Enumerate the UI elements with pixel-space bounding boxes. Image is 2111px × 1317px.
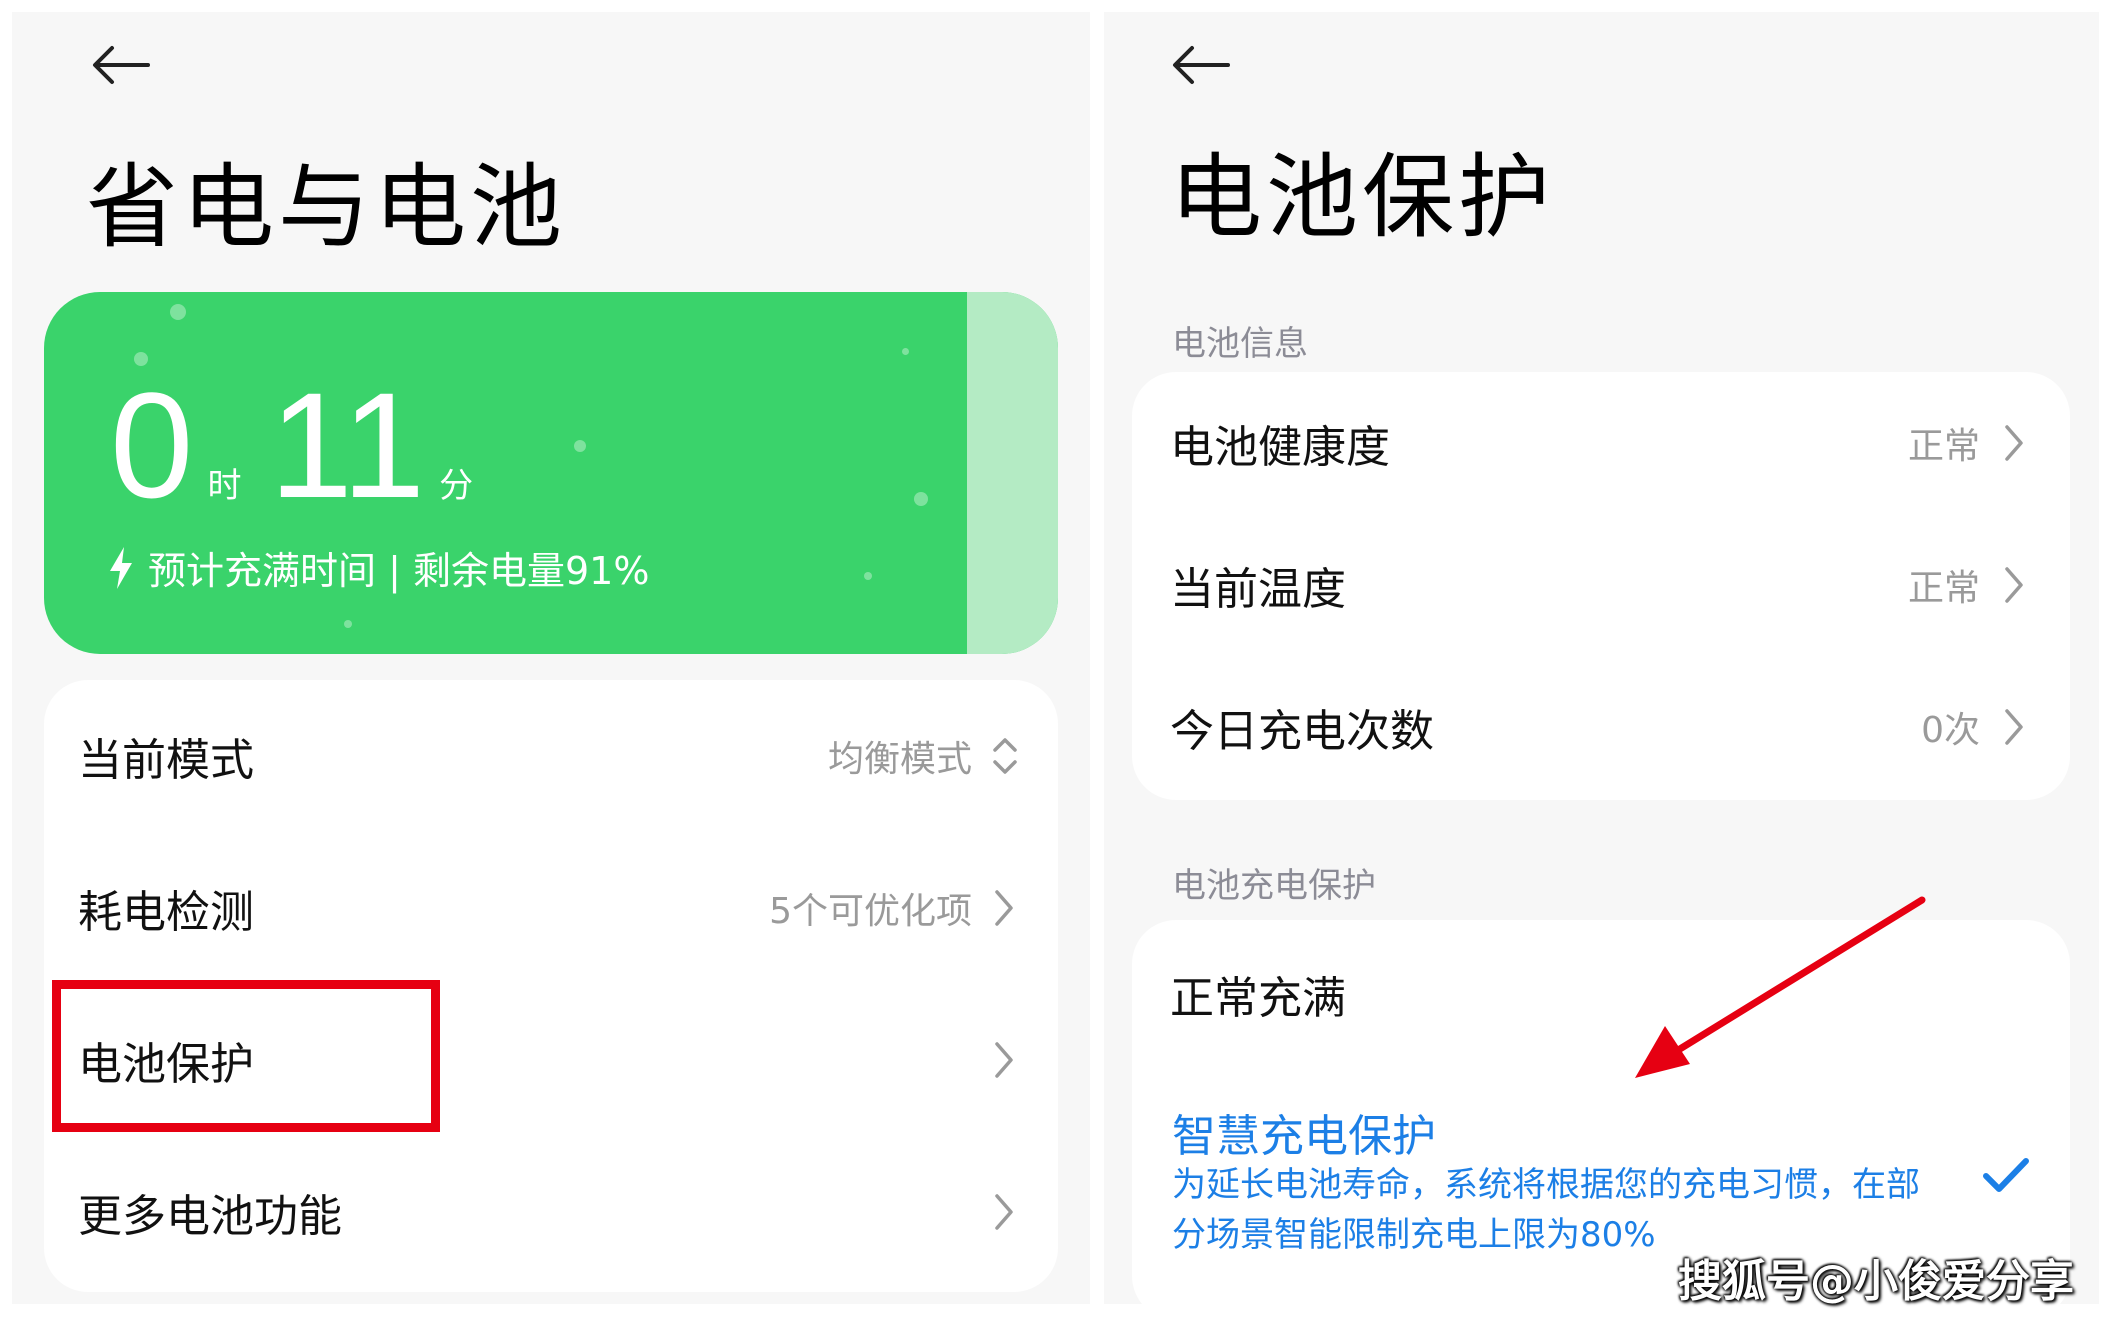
option-smart-protection-title[interactable]: 智慧充电保护 [1172,1100,1436,1164]
settings-row-power-detection[interactable]: 耗电检测 5个可优化项 [44,832,1058,984]
watermark: 搜狐号@小俊爱分享 [1678,1256,2074,1307]
lightning-bolt-icon [110,546,132,589]
row-value: 5个可优化项 [769,891,972,932]
charge-info-text: 预计充满时间 | 剩余电量91% [148,549,650,593]
page-title: 电池保护 [1170,144,1555,251]
chevron-right-icon [995,890,1013,926]
chevron-right-icon [2005,567,2023,603]
battery-status-card[interactable]: 0 时 11 分 预计充满时间 | 剩余电量91% [44,292,1058,654]
row-label: 当前温度 [1170,564,1346,615]
decor-dot [344,620,352,628]
decor-dot [170,304,186,320]
row-value: 0次 [1921,710,1980,751]
chevron-right-icon [2005,709,2023,745]
hours-value: 0 [110,361,194,529]
row-value: 正常 [1907,426,1980,467]
row-value: 均衡模式 [827,739,972,780]
info-row-current-temperature[interactable]: 当前温度 正常 [1132,514,2070,656]
highlight-box [52,980,440,1132]
charge-info: 预计充满时间 | 剩余电量91% [108,540,649,595]
time-remaining: 0 时 11 分 [110,370,501,520]
decor-dot [574,440,586,452]
settings-row-current-mode[interactable]: 当前模式 均衡模式 [44,680,1058,832]
decor-dot [864,572,872,580]
minutes-unit: 分 [439,466,474,506]
settings-row-more-battery-features[interactable]: 更多电池功能 [44,1136,1058,1288]
page-title: 省电与电池 [86,154,567,261]
back-arrow-icon[interactable] [1168,32,1234,98]
chevron-right-icon [2005,425,2023,461]
chevron-right-icon [995,1042,1013,1078]
section-label-battery-info: 电池信息 [1172,324,1308,364]
minutes-value: 11 [269,361,426,529]
chevron-right-icon [995,1194,1013,1230]
row-label: 今日充电次数 [1170,706,1434,757]
battery-info-card: 电池健康度 正常 当前温度 正常 今日充电次数 0次 [1132,372,2070,800]
row-label: 电池健康度 [1170,422,1390,473]
row-value: 正常 [1907,568,1980,609]
row-label: 更多电池功能 [78,1191,342,1242]
back-arrow-icon[interactable] [88,32,154,98]
decor-dot [902,348,909,355]
info-row-charge-count[interactable]: 今日充电次数 0次 [1132,656,2070,798]
row-label: 当前模式 [78,735,254,786]
decor-dot [914,492,928,506]
section-label-charge-protection: 电池充电保护 [1172,866,1376,906]
row-label: 耗电检测 [78,887,254,938]
chevron-updown-icon[interactable] [990,732,1020,780]
option-normal-full[interactable]: 正常充满 [1132,920,2070,1068]
option-label: 正常充满 [1170,973,1346,1024]
checkmark-icon [1983,1158,2029,1192]
battery-level-remainder [966,292,1058,654]
info-row-battery-health[interactable]: 电池健康度 正常 [1132,372,2070,514]
hours-unit: 时 [207,466,242,506]
